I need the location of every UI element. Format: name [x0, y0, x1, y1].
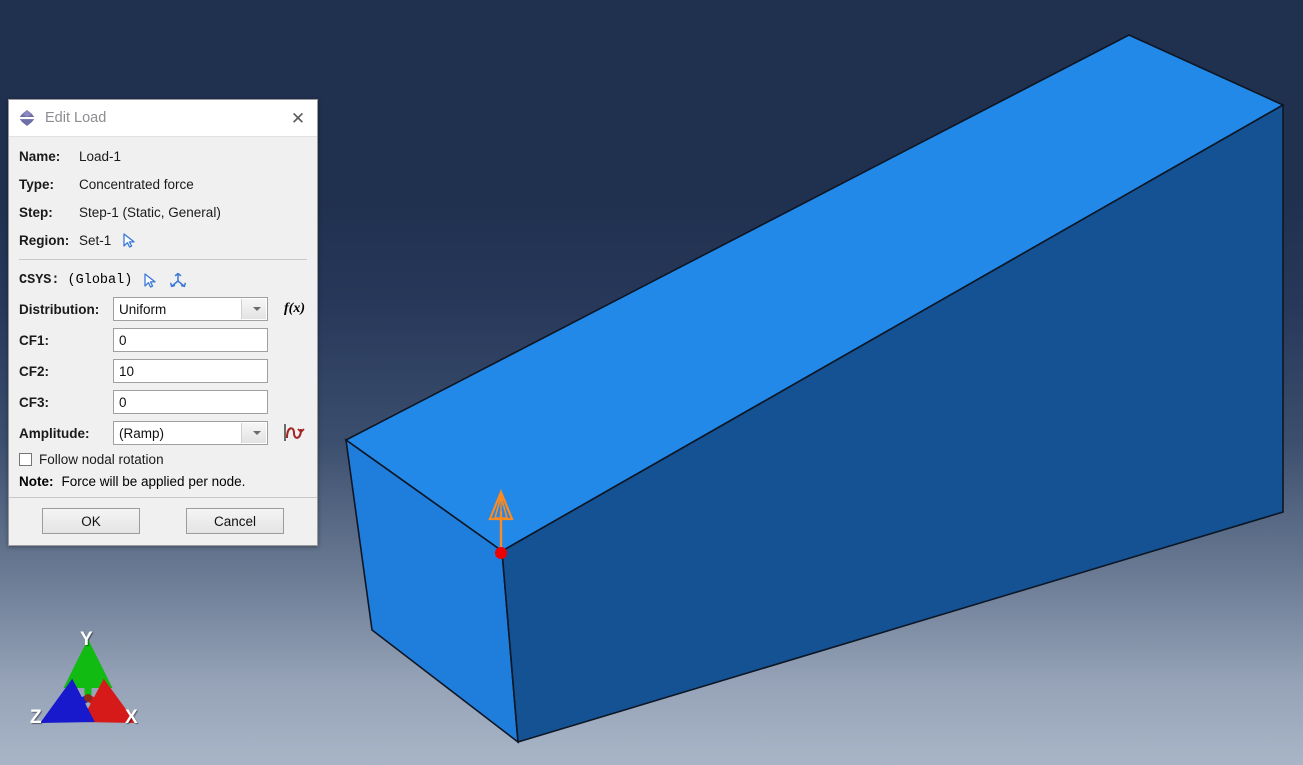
cf1-input[interactable]: 0 — [113, 328, 268, 352]
dialog-button-bar: OK Cancel — [19, 498, 307, 545]
name-row: Name: Load-1 — [19, 145, 307, 167]
type-label: Type: — [19, 176, 55, 192]
type-row: Type: Concentrated force — [19, 173, 307, 195]
dialog-title: Edit Load — [45, 110, 107, 126]
cf1-row: CF1: 0 — [19, 328, 307, 352]
edit-load-dialog[interactable]: Edit Load ✕ Name: Load-1 Type: Concentra… — [8, 99, 318, 546]
type-value: Concentrated force — [79, 176, 194, 192]
amplitude-row: Amplitude: (Ramp) — [19, 421, 307, 445]
name-value: Load-1 — [79, 148, 122, 164]
note-text: Force will be applied per node. — [61, 474, 246, 489]
axis-label-y: Y — [80, 629, 93, 650]
cf2-label: CF2: — [19, 363, 49, 379]
follow-nodal-rotation-checkbox[interactable] — [19, 453, 32, 466]
axis-label-x: X — [125, 707, 138, 728]
cf3-row: CF3: 0 — [19, 390, 307, 414]
follow-nodal-rotation-label: Follow nodal rotation — [39, 452, 164, 467]
dialog-titlebar[interactable]: Edit Load ✕ — [9, 100, 317, 137]
axes-triad-icon[interactable] — [169, 271, 187, 289]
csys-cursor-arrow-icon[interactable] — [142, 272, 159, 289]
chevron-down-icon[interactable] — [241, 299, 266, 319]
csys-row: CSYS: (Global) — [19, 269, 307, 291]
load-arrow-marker[interactable] — [478, 485, 524, 565]
csys-value: (Global) — [67, 272, 133, 288]
distribution-label: Distribution: — [19, 301, 100, 317]
csys-label: CSYS: — [19, 272, 60, 288]
follow-nodal-rotation-row[interactable]: Follow nodal rotation — [19, 452, 307, 467]
step-label: Step: — [19, 204, 53, 220]
amplitude-chevron-down-icon[interactable] — [241, 423, 266, 443]
dialog-body: Name: Load-1 Type: Concentrated force St… — [9, 137, 317, 545]
cf3-input[interactable]: 0 — [113, 390, 268, 414]
abaqus-diamond-icon — [19, 110, 35, 126]
note-label: Note: — [19, 474, 54, 489]
amplitude-label: Amplitude: — [19, 425, 90, 441]
cf2-input[interactable]: 10 — [113, 359, 268, 383]
divider-top — [19, 259, 307, 260]
cf1-label: CF1: — [19, 332, 49, 348]
distribution-select[interactable]: Uniform — [113, 297, 268, 321]
step-value: Step-1 (Static, General) — [79, 204, 221, 220]
note-row: Note: Force will be applied per node. — [19, 474, 307, 489]
axis-triad: Y X Z — [10, 615, 170, 745]
cf2-row: CF2: 10 — [19, 359, 307, 383]
cf2-value: 10 — [119, 363, 135, 379]
amplitude-wave-icon[interactable] — [282, 421, 306, 445]
distribution-row: Distribution: Uniform f(x) — [19, 297, 307, 321]
amplitude-select[interactable]: (Ramp) — [113, 421, 268, 445]
cancel-button[interactable]: Cancel — [186, 508, 284, 534]
cf3-label: CF3: — [19, 394, 49, 410]
axis-label-z: Z — [30, 707, 42, 728]
distribution-value: Uniform — [119, 301, 167, 317]
name-label: Name: — [19, 148, 61, 164]
ok-button[interactable]: OK — [42, 508, 140, 534]
cursor-arrow-icon[interactable] — [121, 232, 138, 249]
close-icon[interactable]: ✕ — [285, 105, 311, 131]
region-label: Region: — [19, 232, 70, 248]
region-row: Region: Set-1 — [19, 229, 307, 251]
amplitude-value: (Ramp) — [119, 425, 165, 441]
step-row: Step: Step-1 (Static, General) — [19, 201, 307, 223]
cf1-value: 0 — [119, 332, 127, 348]
cf3-value: 0 — [119, 394, 127, 410]
region-value: Set-1 — [79, 232, 112, 248]
load-node-point[interactable] — [495, 547, 507, 559]
fx-label[interactable]: f(x) — [284, 301, 305, 317]
